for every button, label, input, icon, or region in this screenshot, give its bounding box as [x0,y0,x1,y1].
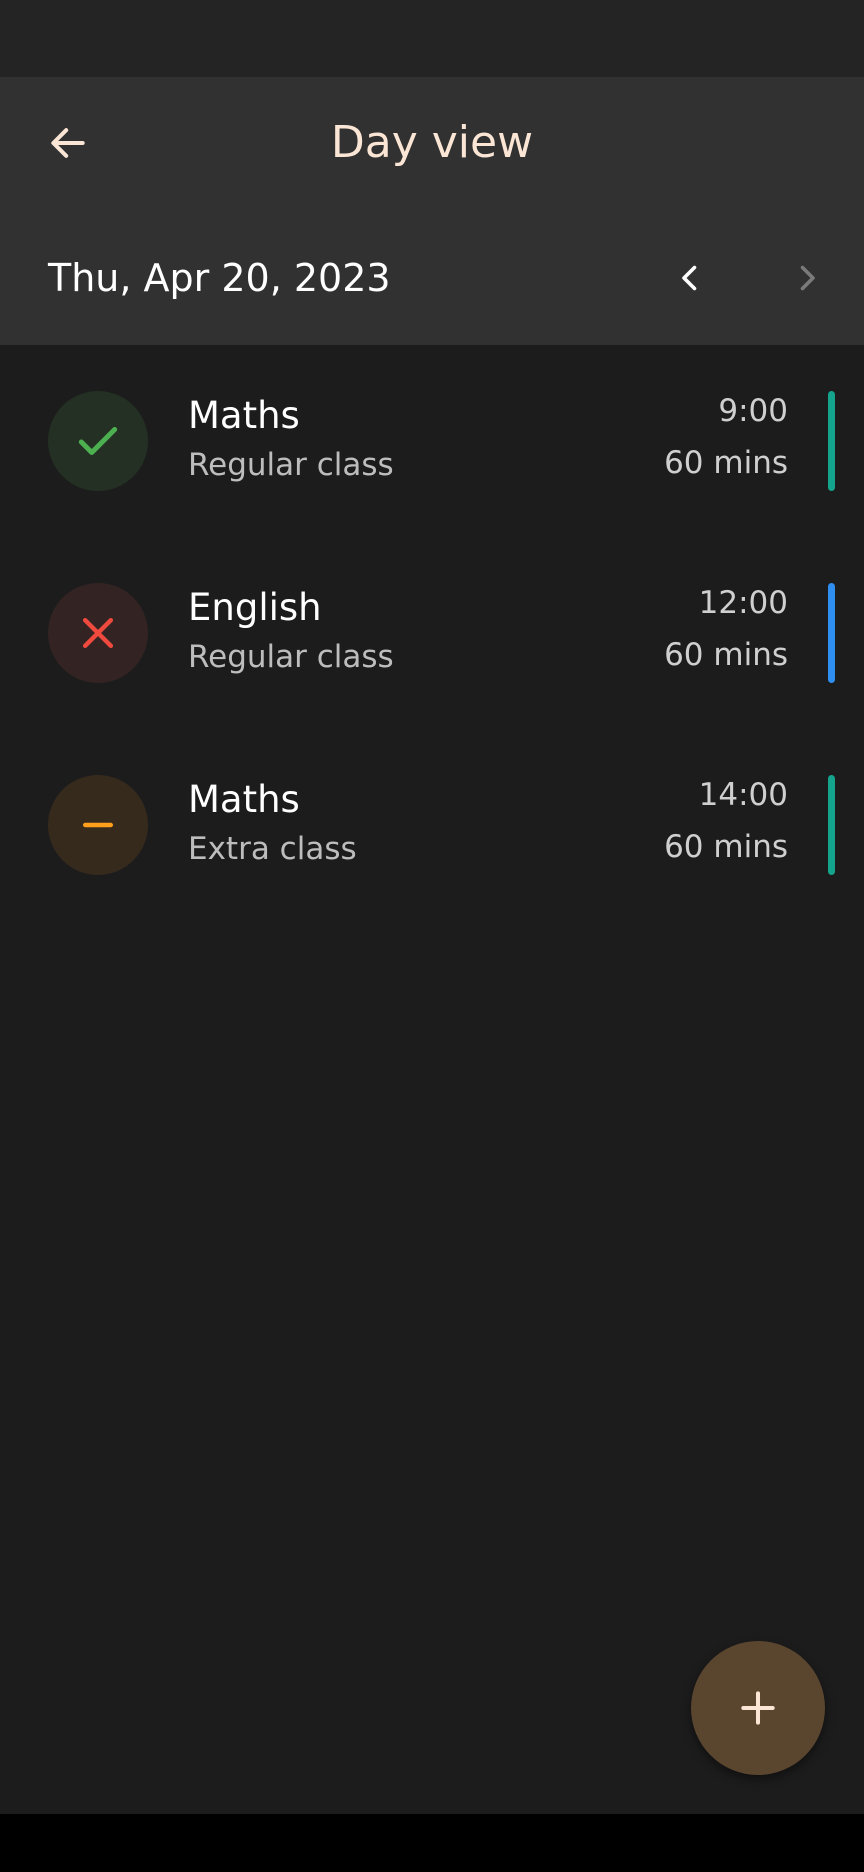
subject-color-bar [828,583,835,683]
class-duration: 60 mins [664,445,788,481]
page-title: Day view [330,117,534,168]
class-list: Maths Regular class 9:00 60 mins English… [0,345,864,921]
class-item[interactable]: Maths Regular class 9:00 60 mins [0,345,864,537]
class-item[interactable]: English Regular class 12:00 60 mins [0,537,864,729]
subject-color-bar [828,775,835,875]
subject-color-bar [828,391,835,491]
class-time: 9:00 [718,393,788,429]
class-item[interactable]: Maths Extra class 14:00 60 mins [0,729,864,921]
check-icon [78,427,118,455]
add-class-button[interactable] [691,1641,825,1775]
status-indicator [48,391,148,491]
class-duration: 60 mins [664,829,788,865]
next-day-button[interactable] [777,248,837,308]
class-subject: English [188,586,322,629]
chevron-right-icon [800,265,815,291]
previous-day-button[interactable] [660,248,720,308]
class-duration: 60 mins [664,637,788,673]
chevron-left-icon [682,265,697,291]
class-time: 12:00 [698,585,788,621]
class-time: 14:00 [698,777,788,813]
class-type: Extra class [188,831,357,867]
plus-icon [741,1691,775,1725]
close-icon [82,617,114,649]
status-indicator [48,775,148,875]
class-subject: Maths [188,394,300,437]
class-type: Regular class [188,447,394,483]
system-navigation-bar [0,1814,864,1872]
status-bar [0,0,864,77]
day-view-screen: Day view Thu, Apr 20, 2023 Maths Regular… [0,0,864,1814]
minus-icon [82,822,114,828]
status-indicator [48,583,148,683]
class-type: Regular class [188,639,394,675]
class-subject: Maths [188,778,300,821]
date-label: Thu, Apr 20, 2023 [48,256,391,300]
